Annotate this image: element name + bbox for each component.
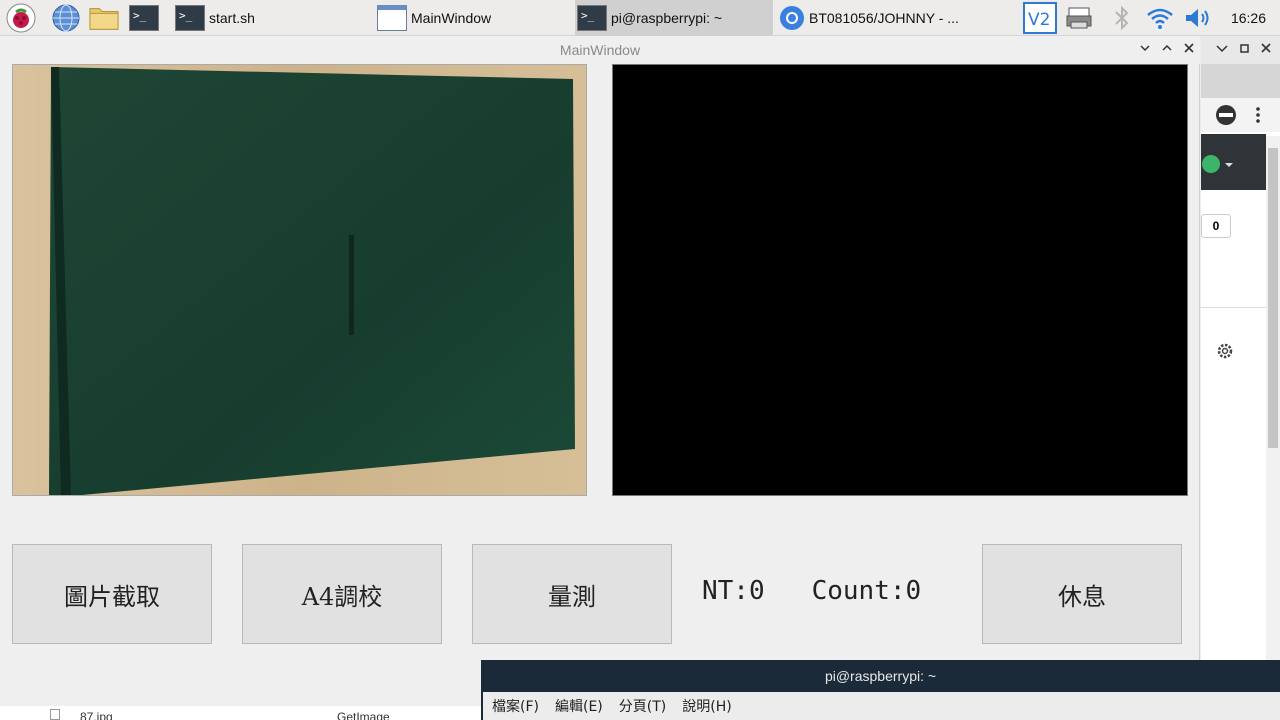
browser-header-bar [1201, 134, 1266, 190]
volume-icon[interactable] [1183, 3, 1213, 33]
browser-toolbar [1201, 98, 1280, 132]
window-icon [377, 5, 407, 31]
task-chromium[interactable]: BT081056/JOHNNY - ... [777, 0, 975, 36]
window-titlebar[interactable]: MainWindow [0, 36, 1200, 64]
browser-titlebar[interactable] [1201, 36, 1280, 64]
svg-text:V2: V2 [1028, 10, 1050, 30]
menu-tabs[interactable]: 分頁(T) [619, 696, 666, 716]
task-label: start.sh [209, 10, 255, 26]
maximize-icon[interactable] [1158, 41, 1176, 59]
background-browser: 0 [1201, 36, 1280, 660]
window-title: MainWindow [559, 42, 641, 58]
terminal-launcher-icon[interactable]: >_ [129, 3, 159, 33]
vnc-icon[interactable]: V2 [1022, 1, 1058, 35]
file-name[interactable]: 87.jpg [80, 710, 113, 720]
badge-count: 0 [1201, 214, 1231, 238]
task-label: pi@raspberrypi: ~ [611, 10, 723, 26]
raspberry-menu-icon[interactable] [6, 3, 36, 33]
wifi-icon[interactable] [1145, 3, 1175, 33]
task-label: MainWindow [411, 10, 492, 26]
nt-value: 0 [748, 576, 765, 606]
nt-label: NT: [702, 576, 749, 606]
task-terminal[interactable]: >_ pi@raspberrypi: ~ [575, 0, 773, 36]
web-browser-icon[interactable] [51, 3, 81, 33]
main-window: MainWindow 圖片截取 A4調校 量測 NT:0 Count:0 休息 [0, 36, 1200, 706]
terminal-title[interactable]: pi@raspberrypi: ~ [481, 660, 1280, 692]
capture-button[interactable]: 圖片截取 [12, 544, 212, 644]
task-start-sh[interactable]: >_ start.sh [173, 0, 373, 36]
terminal-icon: >_ [577, 5, 607, 31]
measure-button[interactable]: 量測 [472, 544, 672, 644]
camera-image [13, 65, 586, 495]
minimize-icon[interactable] [1136, 41, 1154, 59]
menu-file[interactable]: 檔案(F) [492, 696, 539, 716]
menu-help[interactable]: 說明(H) [682, 696, 731, 716]
task-label: BT081056/JOHNNY - ... [809, 10, 959, 26]
rest-button[interactable]: 休息 [982, 544, 1182, 644]
taskbar: >_ >_ start.sh MainWindow >_ pi@raspberr… [0, 0, 1280, 36]
task-mainwindow[interactable]: MainWindow [375, 0, 573, 36]
menu-edit[interactable]: 編輯(E) [555, 696, 603, 716]
terminal-window: pi@raspberrypi: ~ 檔案(F) 編輯(E) 分頁(T) 說明(H… [481, 660, 1280, 720]
status-readout: NT:0 Count:0 [702, 576, 921, 606]
bluetooth-icon[interactable] [1107, 3, 1137, 33]
chromium-icon [779, 5, 805, 31]
camera-preview [12, 64, 587, 496]
file-icon [50, 709, 60, 720]
printer-icon[interactable] [1064, 3, 1094, 33]
count-value: 0 [905, 576, 922, 606]
close-icon[interactable] [1180, 41, 1198, 59]
terminal-icon: >_ [175, 5, 205, 31]
settings-gear-icon[interactable] [1216, 342, 1234, 364]
file-list: 87.jpg GetImage [0, 706, 481, 720]
terminal-menubar: 檔案(F) 編輯(E) 分頁(T) 說明(H) [483, 692, 1280, 720]
browser-scrollbar[interactable] [1266, 136, 1280, 660]
file-type: GetImage [337, 710, 390, 720]
result-preview [612, 64, 1188, 496]
clock[interactable]: 16:26 [1231, 0, 1266, 36]
browser-tabstrip [1201, 64, 1280, 98]
file-manager-icon[interactable] [89, 3, 119, 33]
count-label: Count: [811, 576, 906, 606]
calibrate-a4-button[interactable]: A4調校 [242, 544, 442, 644]
